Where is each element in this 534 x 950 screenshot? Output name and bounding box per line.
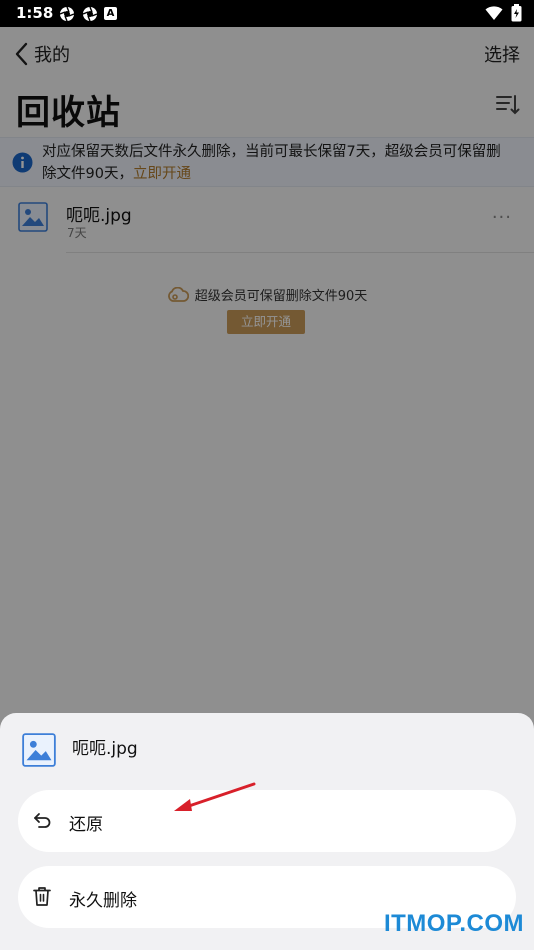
status-icons: A [58,5,117,22]
wifi-icon [485,5,503,25]
restore-button[interactable]: 还原 [18,790,516,852]
red-arrow-annotation [170,780,260,820]
aperture-icon [81,5,98,22]
undo-icon [32,810,52,834]
sheet-file-name: 呃呃.jpg [72,739,138,759]
trash-icon [32,886,52,911]
status-time: 1:58 [16,4,54,22]
notification-badge-icon: A [104,7,117,20]
status-bar: 1:58 A [0,0,534,27]
restore-label: 还原 [69,815,103,835]
watermark: ITMOP.COM [383,910,524,937]
delete-forever-label: 永久删除 [69,891,137,911]
battery-icon [511,4,522,26]
image-file-icon [22,733,56,771]
aperture-icon [58,5,75,22]
status-right [485,4,522,26]
